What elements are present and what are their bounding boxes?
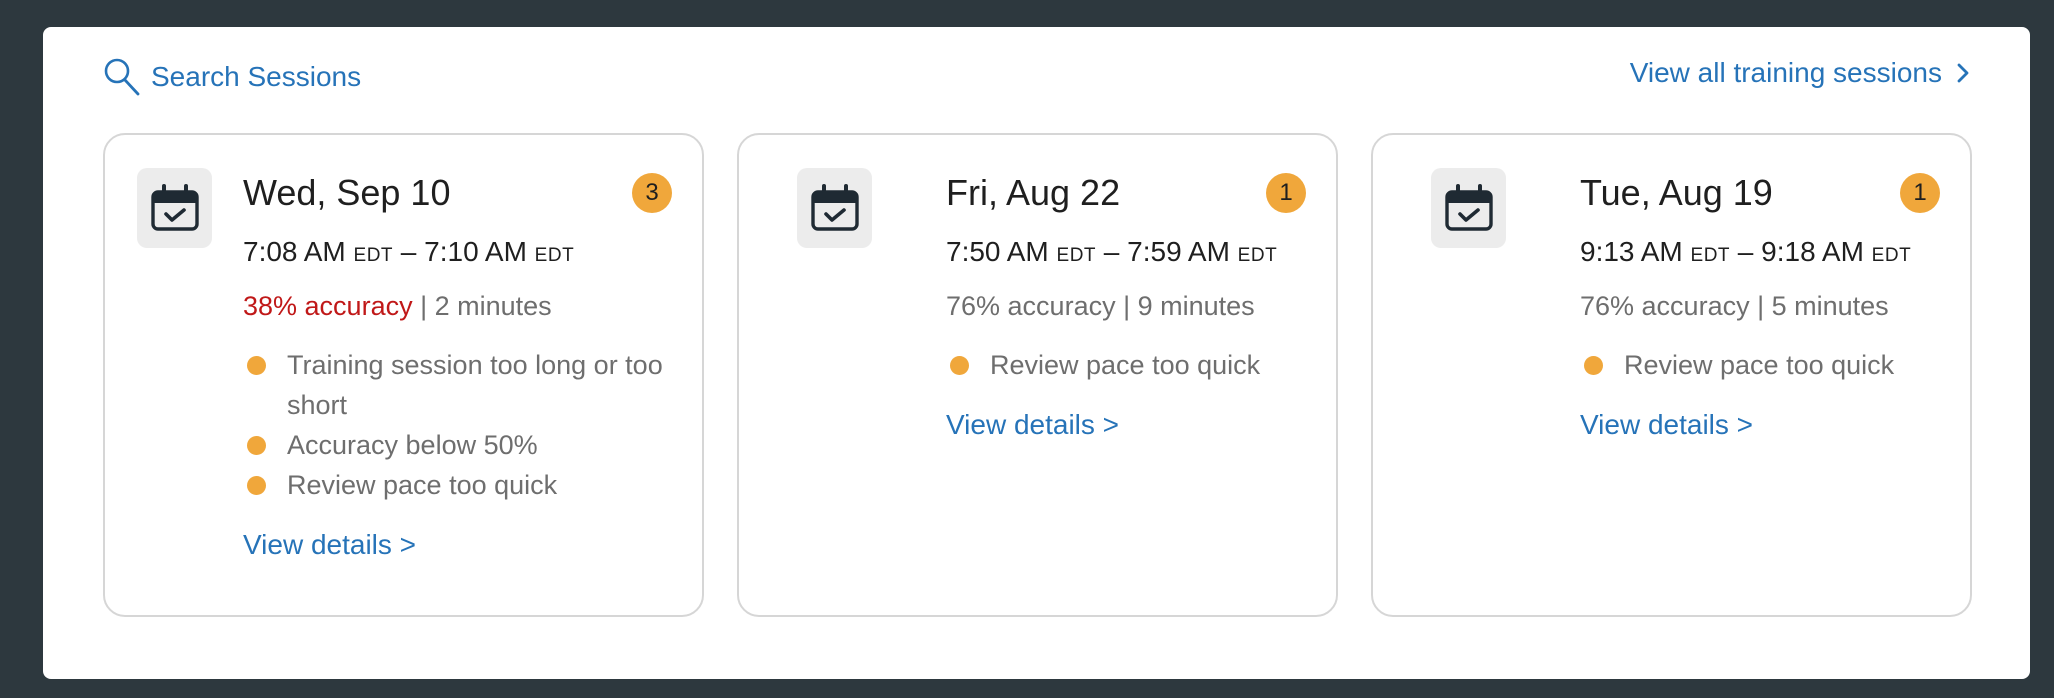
session-accuracy: 38% accuracy	[243, 291, 413, 321]
issue-item: Accuracy below 50%	[243, 425, 672, 465]
session-duration: 2 minutes	[434, 291, 552, 321]
calendar-icon-box	[1431, 168, 1506, 248]
warning-dot-icon	[1584, 356, 1603, 375]
session-stats: 38% accuracy | 2 minutes	[243, 289, 672, 323]
session-accuracy: 76% accuracy	[946, 291, 1116, 321]
time-separator: –	[1103, 236, 1120, 267]
calendar-icon-box	[797, 168, 872, 248]
start-time: 9:13 AM	[1580, 236, 1683, 267]
issue-list: Review pace too quick	[1580, 345, 1940, 385]
issue-text: Review pace too quick	[1624, 350, 1895, 380]
warning-dot-icon	[950, 356, 969, 375]
session-date-row: Fri, Aug 22 1	[946, 169, 1306, 217]
session-duration: 5 minutes	[1771, 291, 1889, 321]
session-card[interactable]: Tue, Aug 19 1 9:13 AM EDT – 9:18 AM EDT …	[1371, 133, 1972, 617]
session-time-range: 9:13 AM EDT – 9:18 AM EDT	[1580, 235, 1940, 273]
session-stats: 76% accuracy | 5 minutes	[1580, 289, 1940, 323]
session-date: Tue, Aug 19	[1580, 172, 1773, 213]
start-time: 7:50 AM	[946, 236, 1049, 267]
issue-item: Review pace too quick	[243, 465, 672, 505]
view-details-link[interactable]: View details >	[243, 527, 416, 563]
issue-count-badge: 3	[632, 173, 672, 213]
end-timezone: EDT	[1871, 245, 1912, 266]
stats-separator: |	[1749, 291, 1772, 321]
chevron-right-icon	[1957, 63, 1969, 83]
issue-text: Review pace too quick	[990, 350, 1261, 380]
calendar-check-icon	[150, 184, 199, 231]
calendar-icon-box	[137, 168, 212, 248]
session-cards: Wed, Sep 10 3 7:08 AM EDT – 7:10 AM EDT …	[103, 133, 1972, 617]
warning-dot-icon	[247, 356, 266, 375]
session-time-range: 7:08 AM EDT – 7:10 AM EDT	[243, 235, 672, 273]
issue-text: Accuracy below 50%	[287, 430, 538, 460]
end-time: 7:10 AM	[424, 236, 527, 267]
session-date: Wed, Sep 10	[243, 172, 451, 213]
session-date-row: Wed, Sep 10 3	[243, 169, 672, 217]
end-time: 9:18 AM	[1761, 236, 1864, 267]
issue-text: Review pace too quick	[287, 470, 558, 500]
issue-text: Training session too long or too short	[287, 350, 663, 420]
session-date-row: Tue, Aug 19 1	[1580, 169, 1940, 217]
issue-list: Review pace too quick	[946, 345, 1306, 385]
session-date: Fri, Aug 22	[946, 172, 1121, 213]
view-details-link[interactable]: View details >	[1580, 407, 1753, 443]
session-card[interactable]: Wed, Sep 10 3 7:08 AM EDT – 7:10 AM EDT …	[103, 133, 704, 617]
issue-item: Review pace too quick	[1580, 345, 1940, 385]
session-card-body: Fri, Aug 22 1 7:50 AM EDT – 7:59 AM EDT …	[946, 169, 1306, 443]
end-time: 7:59 AM	[1127, 236, 1230, 267]
calendar-check-icon	[810, 184, 859, 231]
session-card-body: Tue, Aug 19 1 9:13 AM EDT – 9:18 AM EDT …	[1580, 169, 1940, 443]
session-time-range: 7:50 AM EDT – 7:59 AM EDT	[946, 235, 1306, 273]
issue-list: Training session too long or too short A…	[243, 345, 672, 505]
session-card-body: Wed, Sep 10 3 7:08 AM EDT – 7:10 AM EDT …	[243, 169, 672, 563]
search-icon	[104, 58, 140, 96]
search-sessions-label: Search Sessions	[151, 61, 362, 92]
stats-separator: |	[412, 291, 435, 321]
start-timezone: EDT	[1690, 245, 1731, 266]
start-timezone: EDT	[353, 245, 394, 266]
issue-count-badge: 1	[1900, 173, 1940, 213]
stats-separator: |	[1115, 291, 1138, 321]
view-all-sessions-link[interactable]: View all training sessions	[1630, 57, 1970, 89]
time-separator: –	[1737, 236, 1754, 267]
session-stats: 76% accuracy | 9 minutes	[946, 289, 1306, 323]
issue-item: Review pace too quick	[946, 345, 1306, 385]
session-duration: 9 minutes	[1137, 291, 1255, 321]
search-sessions-link[interactable]: Search Sessions	[103, 57, 361, 97]
view-all-sessions-label: View all training sessions	[1629, 57, 1942, 88]
issue-item: Training session too long or too short	[243, 345, 672, 425]
warning-dot-icon	[247, 476, 266, 495]
warning-dot-icon	[247, 436, 266, 455]
session-card[interactable]: Fri, Aug 22 1 7:50 AM EDT – 7:59 AM EDT …	[737, 133, 1338, 617]
end-timezone: EDT	[534, 245, 575, 266]
calendar-check-icon	[1444, 184, 1493, 231]
end-timezone: EDT	[1237, 245, 1278, 266]
session-accuracy: 76% accuracy	[1580, 291, 1750, 321]
start-time: 7:08 AM	[243, 236, 346, 267]
training-sessions-panel: Search Sessions View all training sessio…	[43, 27, 2030, 679]
time-separator: –	[400, 236, 417, 267]
start-timezone: EDT	[1056, 245, 1097, 266]
issue-count-badge: 1	[1266, 173, 1306, 213]
view-details-link[interactable]: View details >	[946, 407, 1119, 443]
